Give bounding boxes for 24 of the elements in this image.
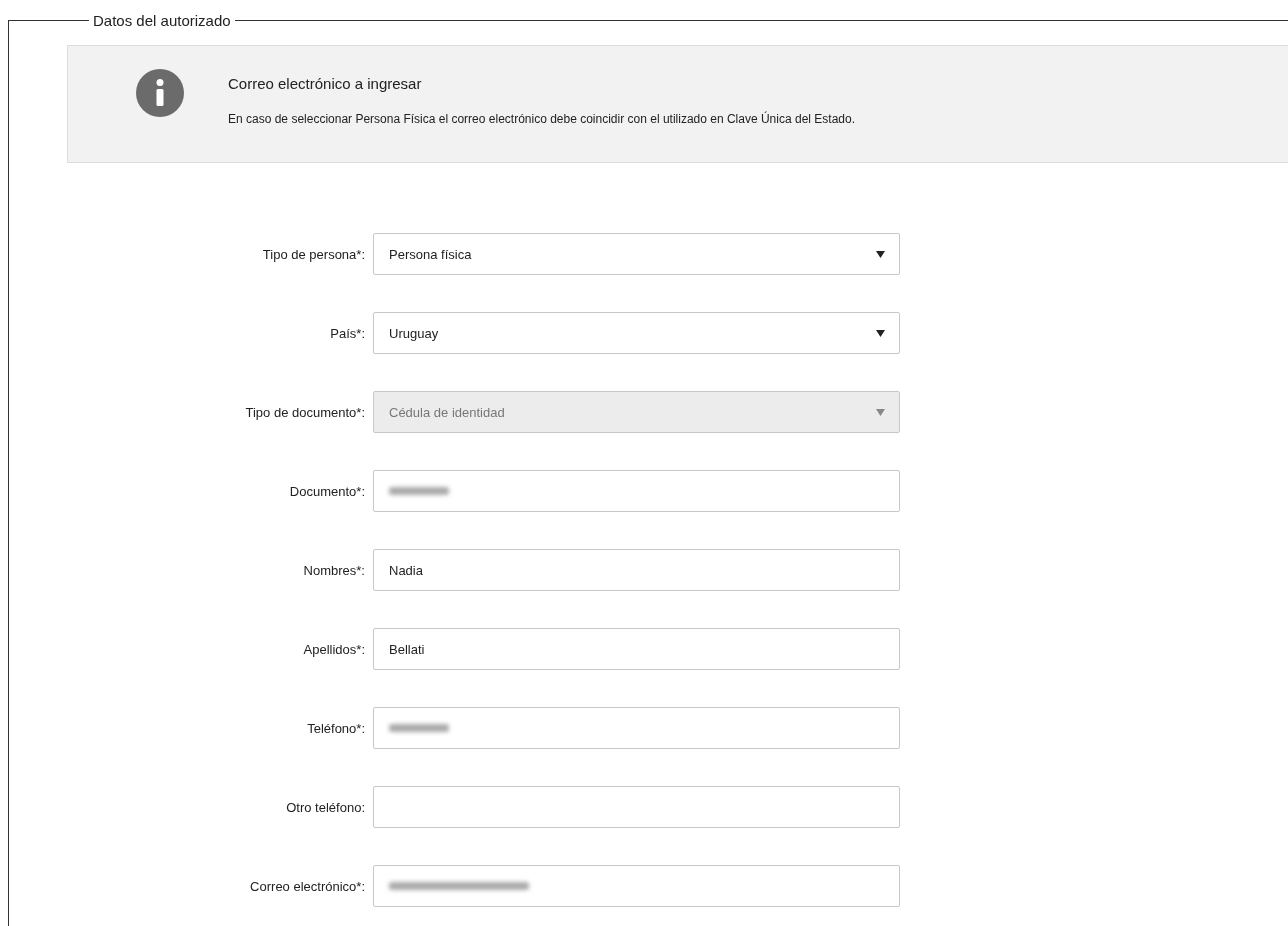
select-field[interactable]: Persona física xyxy=(373,233,900,275)
info-text: En caso de seleccionar Persona Física el correo electrónico debe coincidir con el utilizado en Clave Única del Estado. xyxy=(228,111,855,126)
field-label: Tipo de documento*: xyxy=(244,404,366,420)
info-icon xyxy=(136,69,184,117)
section-title: Datos del autorizado xyxy=(92,12,232,29)
field-label: Teléfono*: xyxy=(306,720,366,736)
field-label: País*: xyxy=(329,325,366,341)
input-field[interactable] xyxy=(373,865,900,907)
info-title: Correo electrónico a ingresar xyxy=(228,74,423,92)
field-label: Documento*: xyxy=(288,483,366,499)
field-label: Correo electrónico*: xyxy=(249,878,366,894)
caret-icon xyxy=(876,330,885,337)
field-label: Tipo de persona*: xyxy=(261,246,366,262)
field-label: Apellidos*: xyxy=(302,641,366,657)
caret-icon xyxy=(876,251,885,258)
caret-icon xyxy=(876,409,885,416)
select-field[interactable]: Uruguay xyxy=(373,312,900,354)
field-label: Nombres*: xyxy=(302,562,366,578)
input-field[interactable] xyxy=(373,786,900,828)
field-label: Otro teléfono: xyxy=(285,799,366,815)
input-field[interactable]: Nadia xyxy=(373,549,900,591)
input-field[interactable] xyxy=(373,707,900,749)
input-field[interactable] xyxy=(373,470,900,512)
input-field[interactable]: Bellati xyxy=(373,628,900,670)
